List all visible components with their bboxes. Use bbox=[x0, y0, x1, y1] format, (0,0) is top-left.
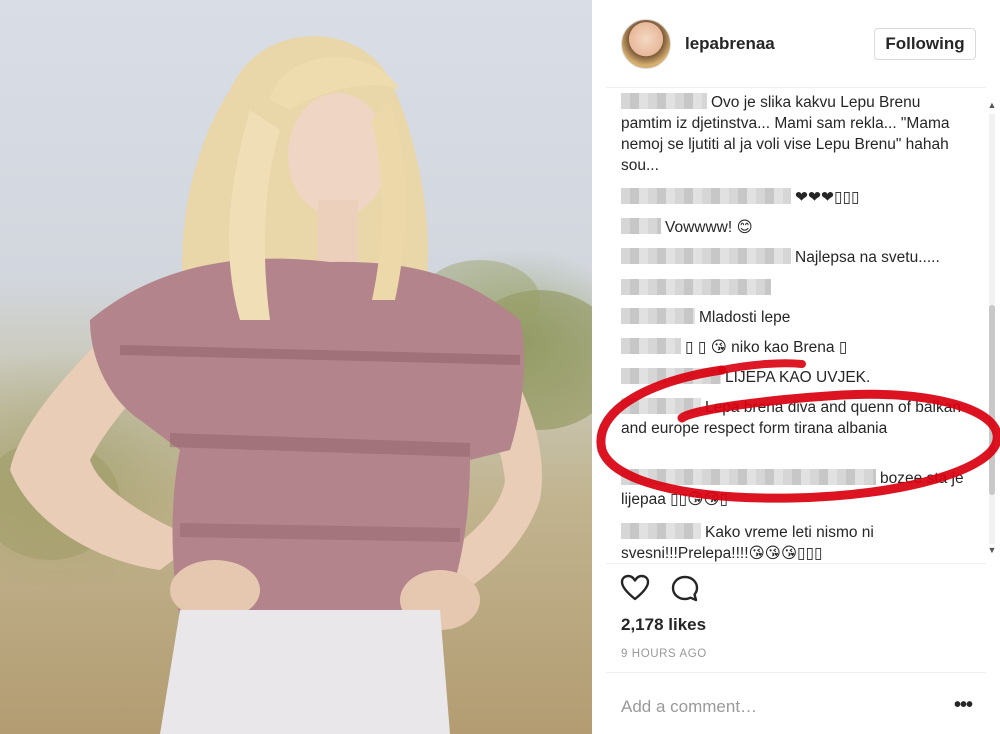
add-comment-input[interactable]: Add a comment… bbox=[621, 697, 757, 717]
comment-text: Najlepsa na svetu..... bbox=[795, 249, 940, 266]
likes-count[interactable]: 2,178 likes bbox=[621, 615, 706, 635]
following-button[interactable]: Following bbox=[874, 28, 976, 60]
scroll-up-arrow-icon[interactable]: ▲ bbox=[987, 100, 997, 110]
comment-item: Najlepsa na svetu..... bbox=[621, 247, 971, 268]
blurred-username[interactable] bbox=[621, 308, 695, 324]
post-photo[interactable] bbox=[0, 0, 592, 734]
comment-text: ❤❤❤▯▯▯ bbox=[795, 189, 860, 206]
comments-scrollbar[interactable]: ▲ ▼ bbox=[987, 100, 997, 560]
blurred-username[interactable] bbox=[621, 218, 661, 234]
comment-bubble-icon[interactable] bbox=[670, 574, 700, 604]
comment-item: Vowwww! 😊 bbox=[621, 217, 971, 238]
blurred-username[interactable] bbox=[621, 188, 791, 204]
blurred-username[interactable] bbox=[621, 279, 771, 295]
comment-text: Vowwww! 😊 bbox=[665, 219, 753, 236]
blurred-username[interactable] bbox=[621, 338, 681, 354]
comment-item: Kako vreme leti nismo ni svesni!!!Prelep… bbox=[621, 522, 971, 562]
blurred-username[interactable] bbox=[621, 368, 721, 384]
comment-text: ▯ ▯ 😘 niko kao Brena ▯ bbox=[685, 339, 848, 356]
scroll-thumb[interactable] bbox=[989, 305, 995, 495]
comment-spacer bbox=[621, 278, 971, 299]
comment-item: Mladosti lepe bbox=[621, 307, 971, 328]
comment-text: LIJEPA KAO UVJEK. bbox=[725, 369, 871, 386]
post-header: lepabrenaa Following bbox=[592, 0, 1000, 88]
comment-box-divider bbox=[606, 672, 986, 673]
comments-list[interactable]: Ovo je slika kakvu Lepu Brenu pamtim iz … bbox=[592, 88, 1000, 562]
post-timestamp[interactable]: 9 HOURS AGO bbox=[621, 648, 707, 660]
post-side-panel: lepabrenaa Following Ovo je slika kakvu … bbox=[592, 0, 1000, 734]
blurred-username[interactable] bbox=[621, 248, 791, 264]
photo-illustration bbox=[0, 36, 592, 734]
avatar[interactable] bbox=[621, 19, 671, 69]
comment-item: ❤❤❤▯▯▯ bbox=[621, 187, 971, 208]
blurred-username[interactable] bbox=[621, 469, 876, 485]
username-link[interactable]: lepabrenaa bbox=[685, 34, 775, 54]
comment-item: Ovo je slika kakvu Lepu Brenu pamtim iz … bbox=[621, 92, 971, 176]
comment-item: LIJEPA KAO UVJEK. bbox=[621, 367, 971, 388]
heart-icon[interactable] bbox=[620, 574, 650, 602]
comment-item: bozee sta je lijepaa ▯▯😘😘▯ bbox=[621, 468, 971, 510]
scroll-down-arrow-icon[interactable]: ▼ bbox=[987, 545, 997, 555]
blurred-username[interactable] bbox=[621, 398, 701, 414]
more-options-icon[interactable]: ••• bbox=[954, 694, 973, 717]
blurred-username[interactable] bbox=[621, 93, 707, 109]
actions-divider bbox=[606, 563, 986, 564]
blurred-username[interactable] bbox=[621, 523, 701, 539]
comment-item: Lepa brena diva and quenn of balkan and … bbox=[621, 397, 971, 439]
comment-item: ▯ ▯ 😘 niko kao Brena ▯ bbox=[621, 337, 971, 358]
comment-text: Mladosti lepe bbox=[699, 309, 791, 326]
